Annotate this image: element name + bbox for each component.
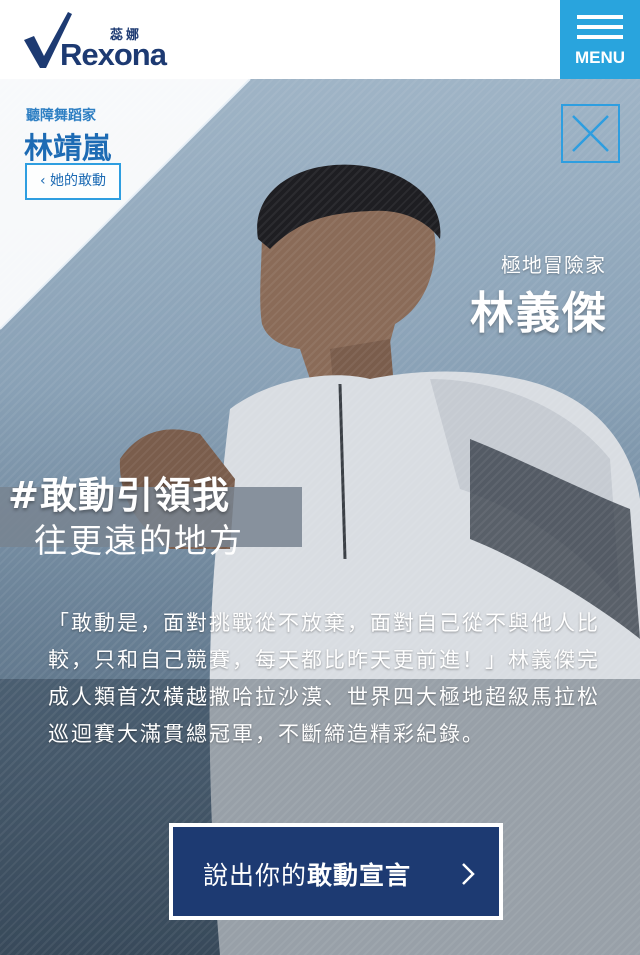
- hamburger-icon-bar: [577, 35, 623, 39]
- athlete-name: 林義傑: [470, 288, 608, 339]
- campaign-tagline: 往更遠的地方: [34, 521, 244, 560]
- prev-athlete-name: 林靖嵐: [24, 131, 112, 165]
- prev-athlete-role: 聽障舞蹈家: [26, 108, 96, 124]
- chevron-right-icon: [462, 863, 475, 885]
- hamburger-icon-bar: [577, 25, 623, 29]
- athlete-role: 極地冒險家: [501, 253, 606, 277]
- close-button[interactable]: [561, 104, 620, 163]
- chevron-left-icon: ‹: [39, 173, 51, 189]
- declaration-button-label: 說出你的敢動宣言: [203, 861, 412, 890]
- menu-button[interactable]: MENU: [560, 0, 640, 79]
- rexona-logo[interactable]: 蕊娜 Rexona: [22, 10, 172, 72]
- athlete-quote: 「敢動是，面對挑戰從不放棄，面對自己從不與他人比較，只和自己競賽，每天都比昨天更…: [48, 611, 600, 746]
- site-header: 蕊娜 Rexona MENU: [0, 0, 640, 79]
- prev-athlete-button[interactable]: ‹ 她的敢動: [25, 163, 121, 200]
- declaration-button[interactable]: 說出你的敢動宣言: [169, 823, 503, 920]
- athlete-hero: 聽障舞蹈家 林靖嵐 ‹ 她的敢動 極地冒險家 林義傑 #敢動引領我 往更遠的地方…: [0, 79, 640, 955]
- prev-athlete-button-label: 她的敢動: [50, 173, 107, 189]
- menu-label: MENU: [574, 48, 626, 67]
- hamburger-icon: [577, 15, 623, 19]
- campaign-hashtag: #敢動引領我: [8, 474, 231, 517]
- logo-wordmark: Rexona: [60, 37, 167, 72]
- close-icon: [572, 115, 609, 152]
